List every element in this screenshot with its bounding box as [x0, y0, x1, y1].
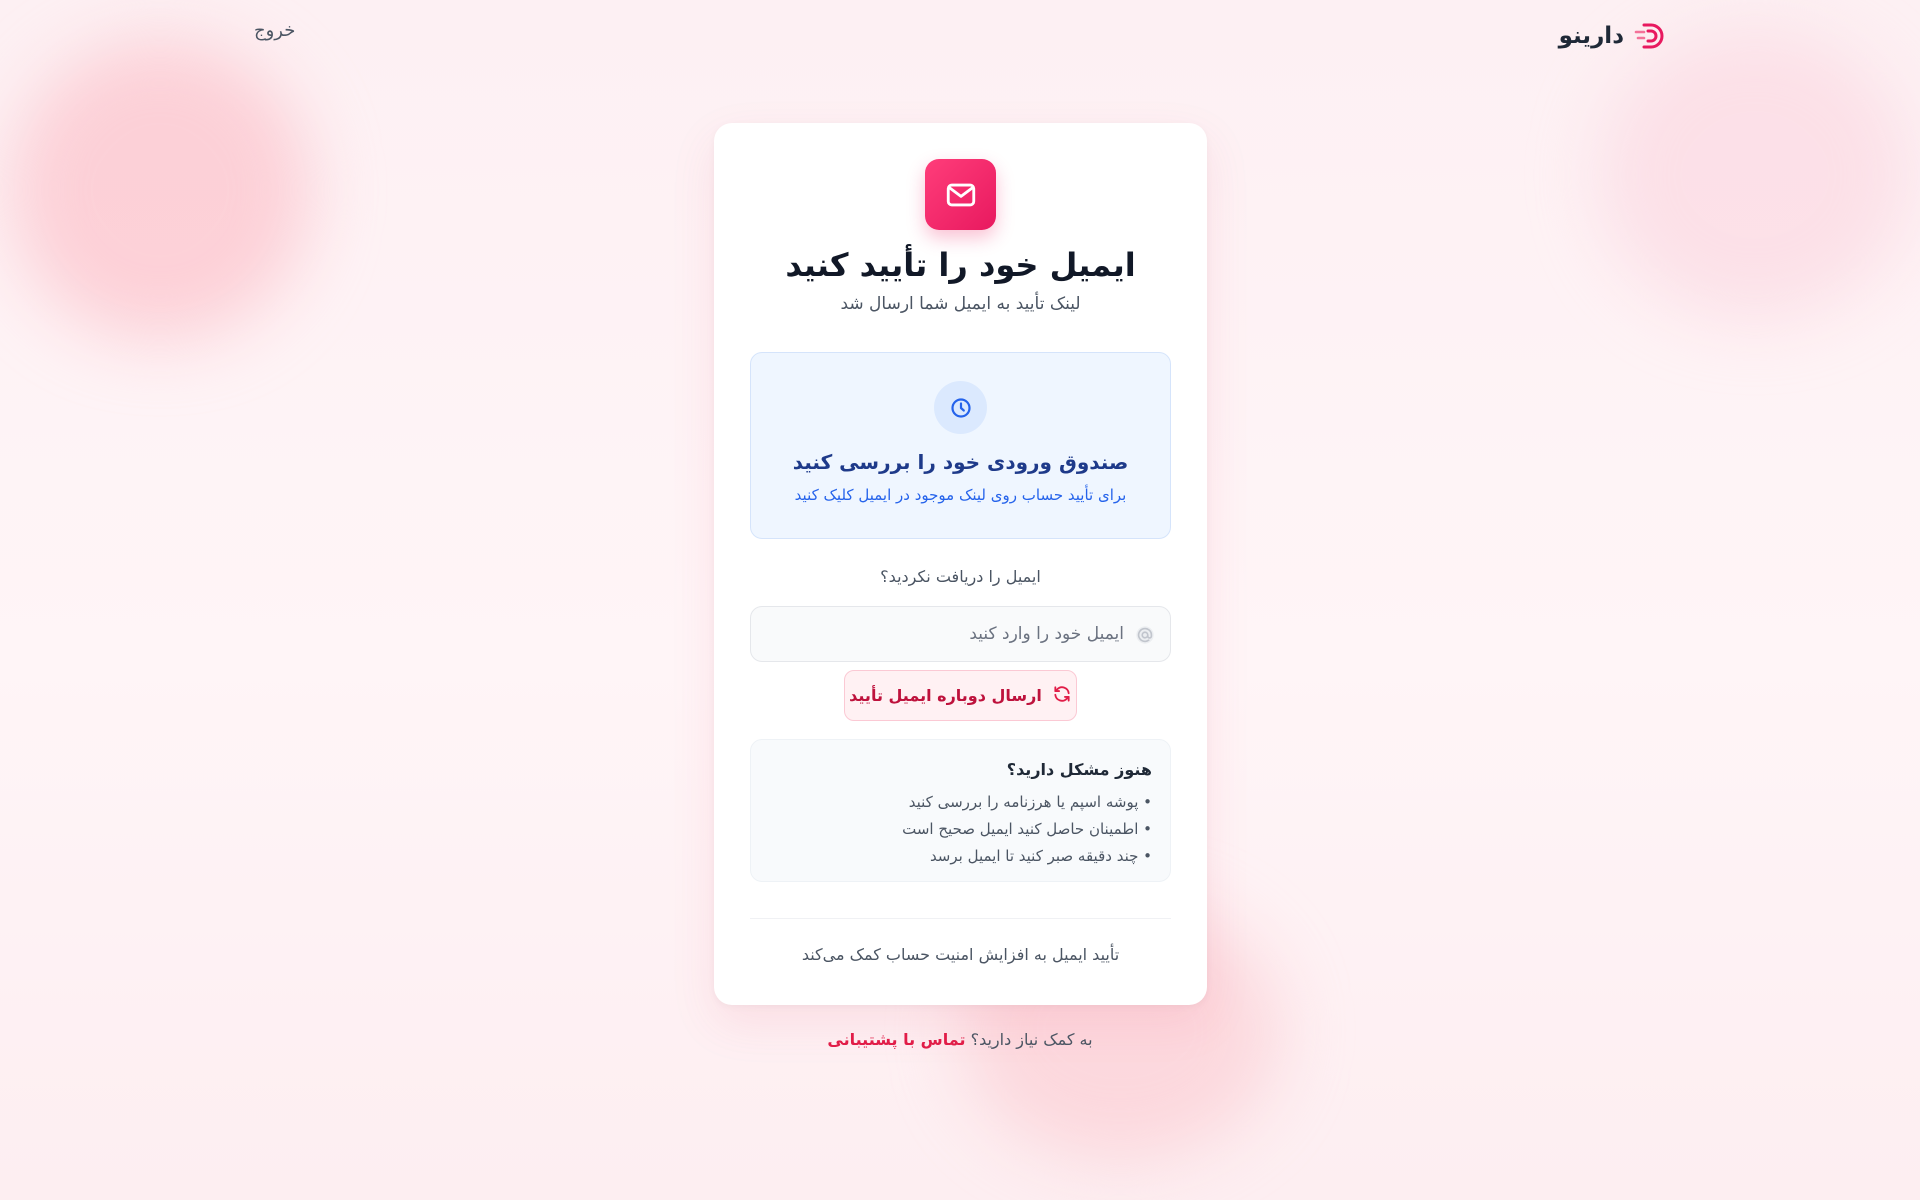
at-sign-icon: [1134, 624, 1156, 646]
mail-icon: [925, 159, 996, 230]
email-input[interactable]: [751, 607, 1170, 661]
info-description: برای تأیید حساب روی لینک موجود در ایمیل …: [794, 486, 1127, 504]
help-item: • چند دقیقه صبر کنید تا ایمیل برسد: [929, 847, 1152, 865]
logout-link[interactable]: خروج: [254, 20, 295, 41]
divider: [750, 918, 1171, 919]
page-subtitle: لینک تأیید به ایمیل شما ارسال شد: [840, 294, 1081, 314]
help-box: هنوز مشکل دارید؟ • پوشه اسپم یا هرزنامه …: [750, 739, 1171, 882]
clock-icon: [934, 381, 987, 434]
darino-logo-icon: [1632, 18, 1668, 54]
help-title: هنوز مشکل دارید؟: [1006, 760, 1152, 779]
page-title: ایمیل خود را تأیید کنید: [785, 246, 1136, 284]
background-blob: [10, 40, 310, 340]
brand-name: دارینو: [1558, 23, 1624, 49]
verify-email-card: ایمیل خود را تأیید کنید لینک تأیید به ای…: [714, 123, 1207, 1005]
help-item: • اطمینان حاصل کنید ایمیل صحیح است: [902, 820, 1152, 838]
not-received-text: ایمیل را دریافت نکردید؟: [880, 567, 1041, 586]
support-line: به کمک نیاز دارید؟ تماس با پشتیبانی: [0, 1030, 1920, 1049]
help-item: • پوشه اسپم یا هرزنامه را بررسی کنید: [908, 793, 1152, 811]
resend-email-button[interactable]: ارسال دوباره ایمیل تأیید: [844, 670, 1077, 721]
security-note: تأیید ایمیل به افزایش امنیت حساب کمک می‌…: [801, 945, 1120, 964]
background-blob: [1600, 30, 1910, 320]
help-list: • پوشه اسپم یا هرزنامه را بررسی کنید • ا…: [769, 789, 1152, 870]
top-bar: دارینو خروج: [0, 0, 1920, 70]
refresh-icon: [1052, 684, 1072, 708]
contact-support-link[interactable]: تماس با پشتیبانی: [827, 1030, 965, 1049]
info-title: صندوق ورودی خود را بررسی کنید: [792, 450, 1129, 474]
resend-button-label: ارسال دوباره ایمیل تأیید: [849, 686, 1042, 705]
check-inbox-box: صندوق ورودی خود را بررسی کنید برای تأیید…: [750, 352, 1171, 539]
brand[interactable]: دارینو: [1559, 16, 1668, 56]
email-field-wrapper: [750, 606, 1171, 662]
support-prompt: به کمک نیاز دارید؟: [970, 1030, 1093, 1049]
